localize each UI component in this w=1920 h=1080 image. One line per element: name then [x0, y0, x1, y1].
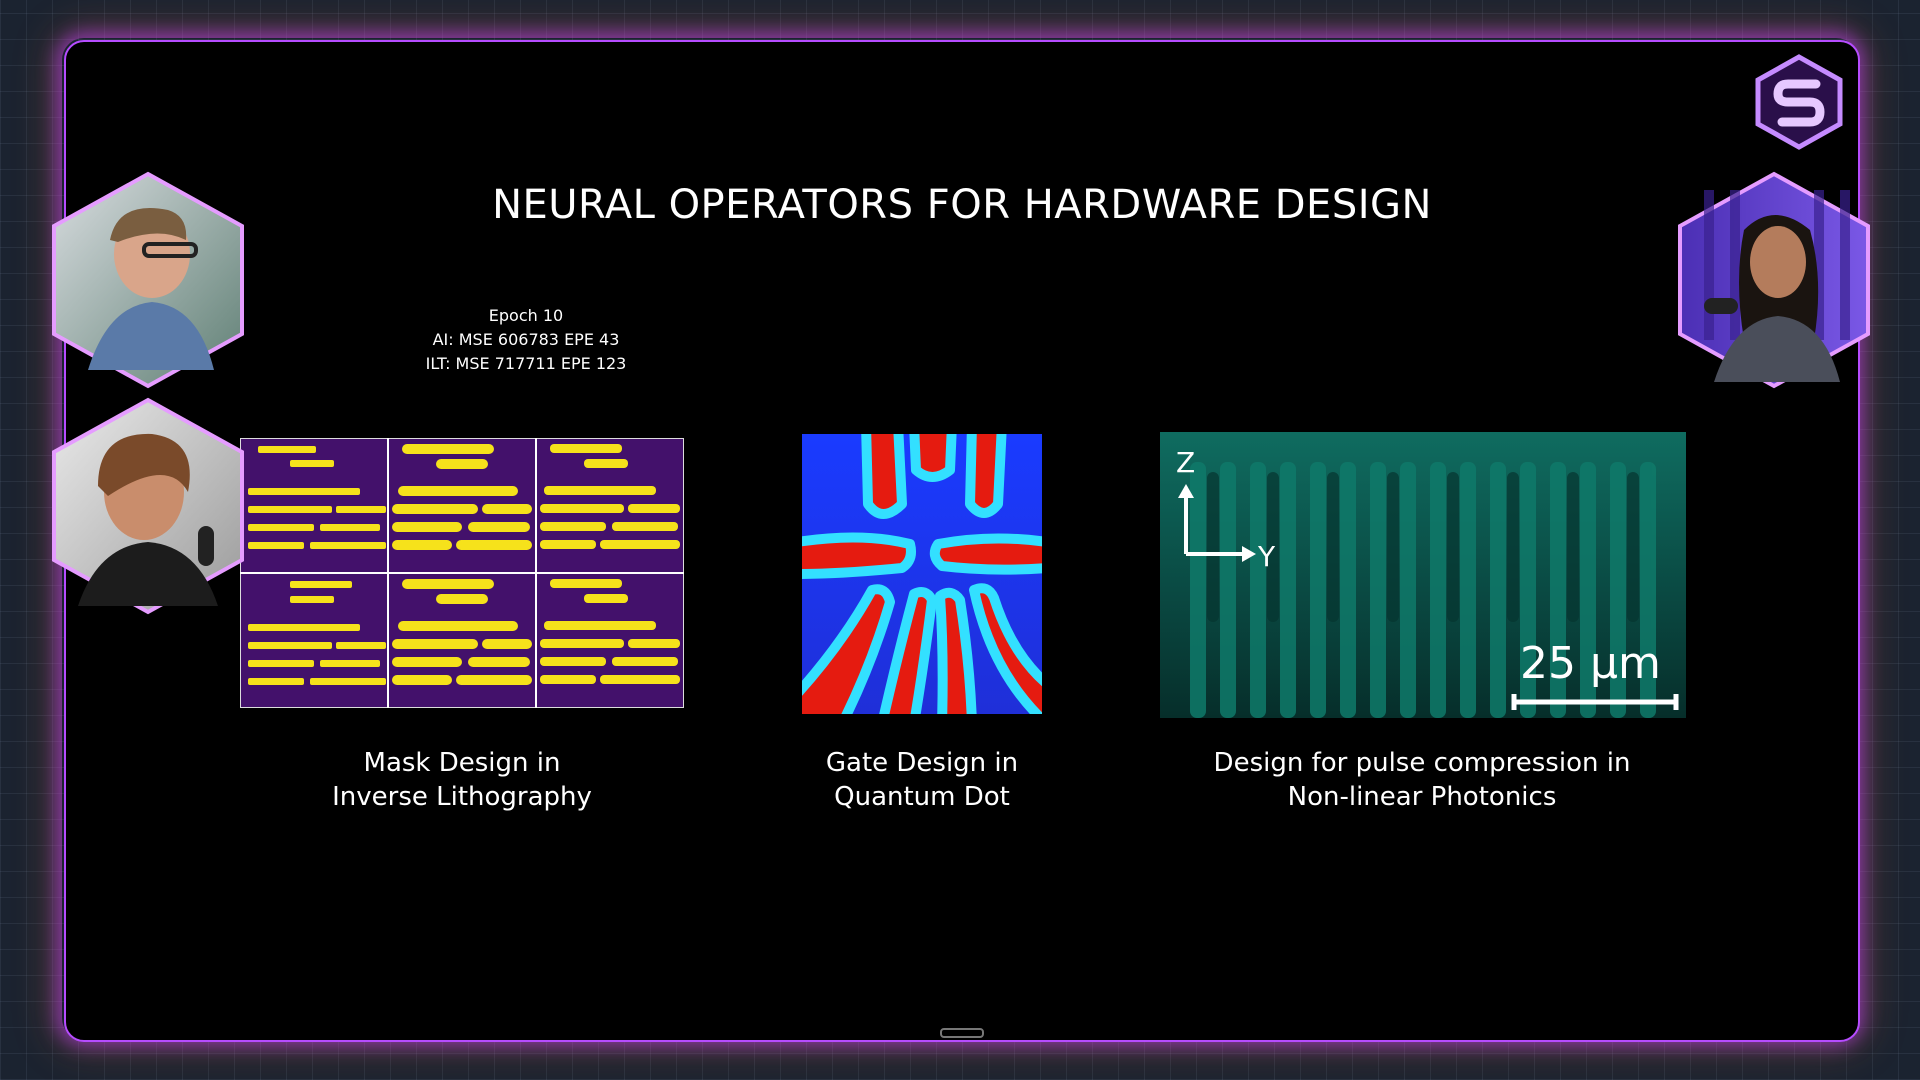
presentation-slide: NEURAL OPERATORS FOR HARDWARE DESIGN Epo…	[64, 40, 1860, 1042]
photonics-image: Z Y 25 µm	[1160, 432, 1686, 718]
scale-bar-label: 25 µm	[1520, 638, 1661, 689]
participant-avatar-2	[52, 397, 244, 615]
gate-design-image	[802, 434, 1042, 714]
mask-design-image	[240, 438, 684, 708]
caption-photonics-design: Design for pulse compression in Non-line…	[1213, 748, 1631, 812]
axis-z-label: Z	[1176, 446, 1195, 479]
axis-y-label: Y	[1257, 540, 1276, 573]
participant-avatar-3	[1678, 171, 1870, 389]
ilt-metrics-line: ILT: MSE 717711 EPE 123	[425, 354, 627, 373]
participant-avatar-1	[52, 171, 244, 389]
epoch-line: Epoch 10	[488, 306, 564, 325]
caption-gate-design: Gate Design in Quantum Dot	[825, 748, 1019, 812]
epoch-info: Epoch 10 AI: MSE 606783 EPE 43 ILT: MSE …	[326, 304, 726, 376]
caption-mask-design: Mask Design in Inverse Lithography	[332, 748, 592, 812]
hexagon-s-logo-icon	[1755, 54, 1843, 150]
home-indicator[interactable]	[940, 1028, 984, 1038]
ai-metrics-line: AI: MSE 606783 EPE 43	[432, 330, 620, 349]
slide-title: NEURAL OPERATORS FOR HARDWARE DESIGN	[492, 182, 1432, 228]
